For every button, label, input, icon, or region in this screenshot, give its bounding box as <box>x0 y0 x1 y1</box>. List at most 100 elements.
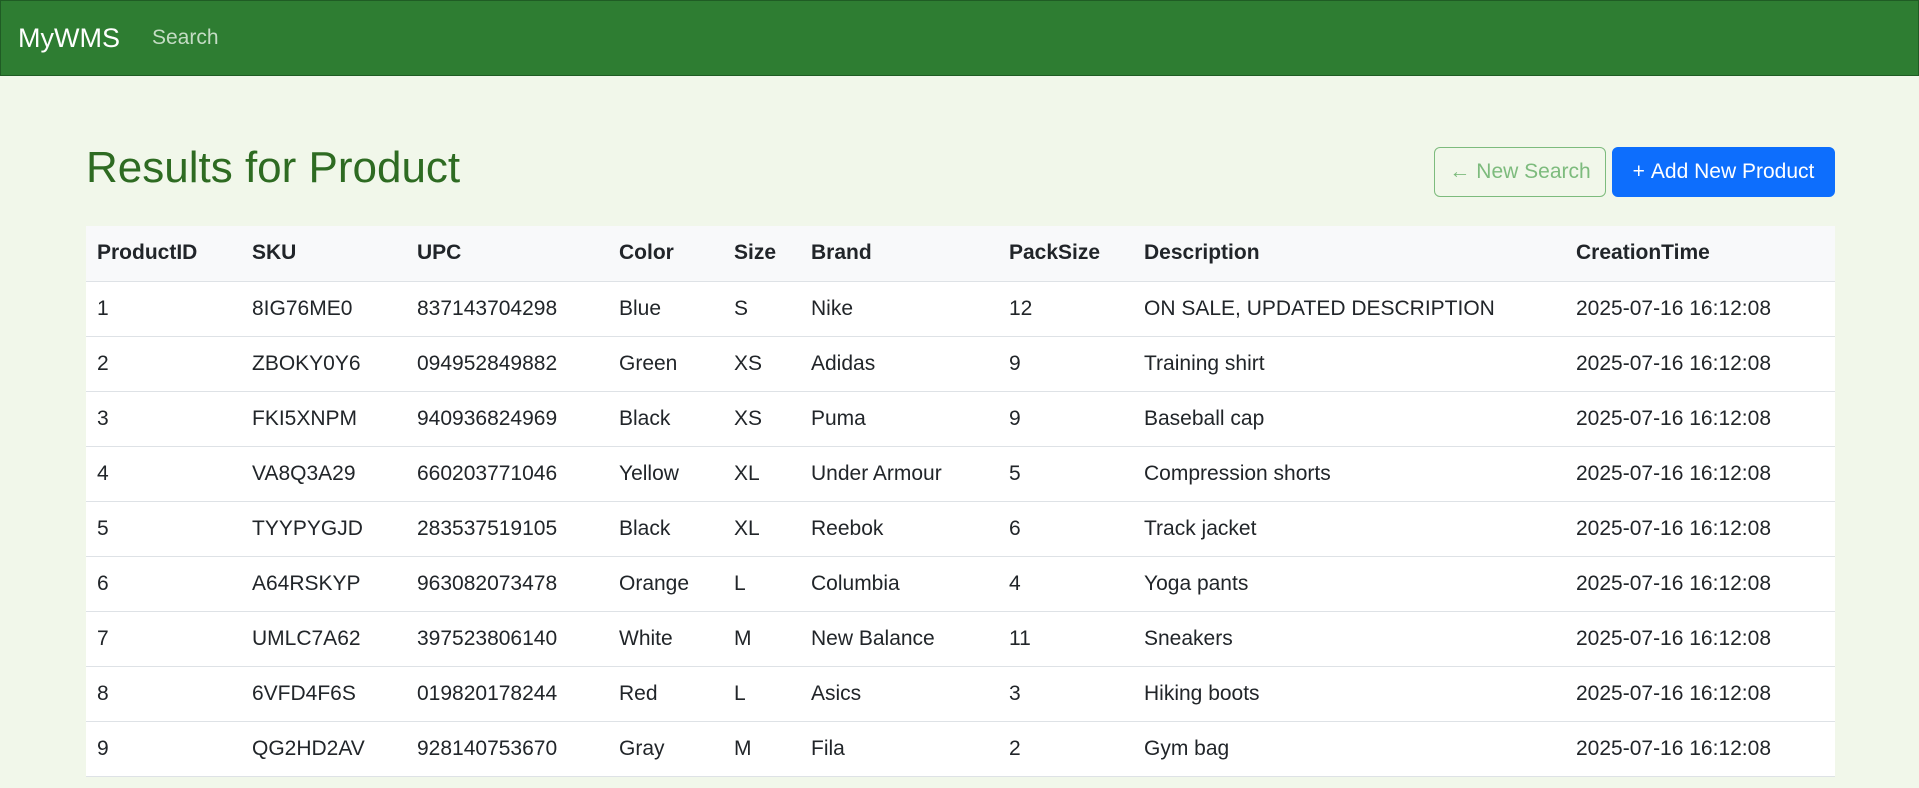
cell-color: Blue <box>608 281 723 337</box>
cell-color: Gray <box>608 721 723 777</box>
cell-upc: 837143704298 <box>406 281 608 337</box>
nav-search-link[interactable]: Search <box>152 26 219 50</box>
cell-creationtime: 2025-07-16 16:12:08 <box>1565 391 1835 447</box>
cell-packsize: 3 <box>998 666 1133 722</box>
cell-description: Track jacket <box>1133 501 1565 557</box>
top-navbar: MyWMS Search <box>0 0 1919 76</box>
new-search-button[interactable]: ← New Search <box>1434 147 1606 197</box>
column-header-color: Color <box>608 226 723 282</box>
cell-creationtime: 2025-07-16 16:12:08 <box>1565 281 1835 337</box>
cell-brand: Fila <box>800 721 998 777</box>
cell-upc: 660203771046 <box>406 446 608 502</box>
cell-creationtime: 2025-07-16 16:12:08 <box>1565 721 1835 777</box>
table-header: ProductID SKU UPC Color Size Brand PackS… <box>86 226 1835 282</box>
page-title: Results for Product <box>86 143 461 192</box>
cell-creationtime: 2025-07-16 16:12:08 <box>1565 611 1835 667</box>
cell-upc: 940936824969 <box>406 391 608 447</box>
cell-brand: Reebok <box>800 501 998 557</box>
cell-description: Hiking boots <box>1133 666 1565 722</box>
cell-packsize: 11 <box>998 611 1133 667</box>
cell-upc: 397523806140 <box>406 611 608 667</box>
cell-size: L <box>723 556 800 612</box>
cell-upc: 094952849882 <box>406 336 608 392</box>
cell-color: Black <box>608 501 723 557</box>
header-row: ProductID SKU UPC Color Size Brand PackS… <box>86 226 1835 282</box>
cell-productid: 4 <box>86 446 241 502</box>
cell-size: M <box>723 611 800 667</box>
cell-productid: 8 <box>86 666 241 722</box>
cell-sku: 6VFD4F6S <box>241 666 406 722</box>
cell-color: Green <box>608 336 723 392</box>
cell-packsize: 2 <box>998 721 1133 777</box>
column-header-description: Description <box>1133 226 1565 282</box>
cell-size: M <box>723 721 800 777</box>
cell-description: Baseball cap <box>1133 391 1565 447</box>
cell-color: Orange <box>608 556 723 612</box>
cell-size: S <box>723 281 800 337</box>
cell-creationtime: 2025-07-16 16:12:08 <box>1565 501 1835 557</box>
cell-sku: A64RSKYP <box>241 556 406 612</box>
cell-brand: Puma <box>800 391 998 447</box>
cell-productid: 3 <box>86 391 241 447</box>
cell-creationtime: 2025-07-16 16:12:08 <box>1565 556 1835 612</box>
cell-size: XL <box>723 501 800 557</box>
plus-icon: + <box>1632 160 1645 183</box>
cell-sku: QG2HD2AV <box>241 721 406 777</box>
cell-sku: 8IG76ME0 <box>241 281 406 337</box>
cell-brand: Asics <box>800 666 998 722</box>
table-row: 1 8IG76ME0 837143704298 Blue S Nike 12 O… <box>86 281 1835 337</box>
column-header-size: Size <box>723 226 800 282</box>
cell-color: Black <box>608 391 723 447</box>
column-header-productid: ProductID <box>86 226 241 282</box>
cell-creationtime: 2025-07-16 16:12:08 <box>1565 666 1835 722</box>
cell-packsize: 12 <box>998 281 1133 337</box>
cell-description: Gym bag <box>1133 721 1565 777</box>
cell-brand: New Balance <box>800 611 998 667</box>
cell-size: L <box>723 666 800 722</box>
column-header-packsize: PackSize <box>998 226 1133 282</box>
cell-description: Sneakers <box>1133 611 1565 667</box>
table-row: 8 6VFD4F6S 019820178244 Red L Asics 3 Hi… <box>86 666 1835 722</box>
column-header-brand: Brand <box>800 226 998 282</box>
cell-upc: 928140753670 <box>406 721 608 777</box>
cell-sku: VA8Q3A29 <box>241 446 406 502</box>
brand-link[interactable]: MyWMS <box>18 23 120 54</box>
table-row: 3 FKI5XNPM 940936824969 Black XS Puma 9 … <box>86 391 1835 447</box>
cell-description: ON SALE, UPDATED DESCRIPTION <box>1133 281 1565 337</box>
cell-sku: TYYPYGJD <box>241 501 406 557</box>
cell-upc: 019820178244 <box>406 666 608 722</box>
cell-upc: 963082073478 <box>406 556 608 612</box>
column-header-upc: UPC <box>406 226 608 282</box>
cell-sku: UMLC7A62 <box>241 611 406 667</box>
cell-packsize: 6 <box>998 501 1133 557</box>
cell-packsize: 4 <box>998 556 1133 612</box>
cell-packsize: 5 <box>998 446 1133 502</box>
cell-brand: Columbia <box>800 556 998 612</box>
cell-color: Yellow <box>608 446 723 502</box>
cell-size: XS <box>723 391 800 447</box>
cell-productid: 2 <box>86 336 241 392</box>
cell-packsize: 9 <box>998 391 1133 447</box>
table-row: 5 TYYPYGJD 283537519105 Black XL Reebok … <box>86 501 1835 557</box>
left-arrow-icon: ← <box>1449 160 1471 183</box>
cell-size: XL <box>723 446 800 502</box>
cell-packsize: 9 <box>998 336 1133 392</box>
cell-productid: 9 <box>86 721 241 777</box>
column-header-sku: SKU <box>241 226 406 282</box>
cell-upc: 283537519105 <box>406 501 608 557</box>
add-new-product-button[interactable]: + Add New Product <box>1612 147 1835 197</box>
cell-size: XS <box>723 336 800 392</box>
table-row: 9 QG2HD2AV 928140753670 Gray M Fila 2 Gy… <box>86 721 1835 777</box>
cell-productid: 6 <box>86 556 241 612</box>
cell-color: Red <box>608 666 723 722</box>
cell-description: Yoga pants <box>1133 556 1565 612</box>
table-row: 7 UMLC7A62 397523806140 White M New Bala… <box>86 611 1835 667</box>
cell-creationtime: 2025-07-16 16:12:08 <box>1565 336 1835 392</box>
add-new-product-label: Add New Product <box>1650 160 1815 183</box>
cell-brand: Adidas <box>800 336 998 392</box>
table-row: 4 VA8Q3A29 660203771046 Yellow XL Under … <box>86 446 1835 502</box>
cell-productid: 5 <box>86 501 241 557</box>
cell-productid: 7 <box>86 611 241 667</box>
cell-productid: 1 <box>86 281 241 337</box>
cell-description: Training shirt <box>1133 336 1565 392</box>
